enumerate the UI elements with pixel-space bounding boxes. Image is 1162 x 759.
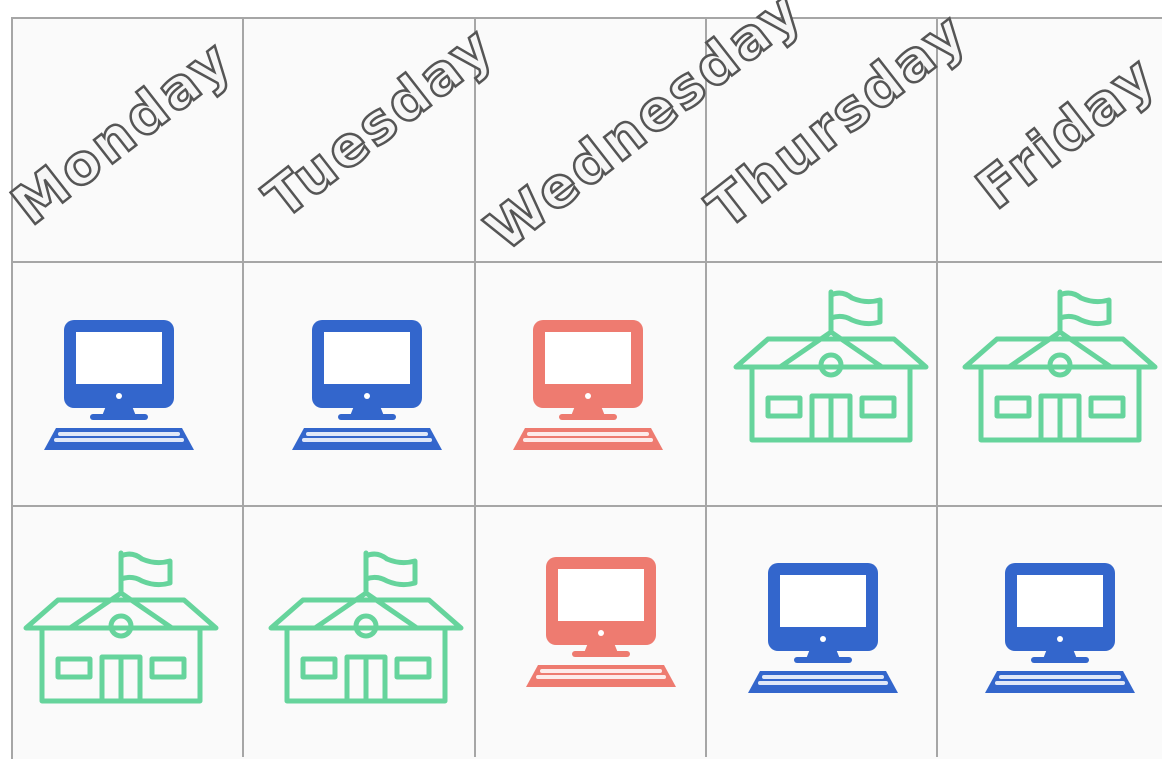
grid-vline-3 [705,17,707,757]
computer-icon [44,320,194,450]
computer-icon [513,320,663,450]
computer-icon [748,563,898,693]
school-icon [268,550,464,704]
grid-hline-1 [11,261,1162,263]
school-icon [23,550,219,704]
grid-vline-1 [242,17,244,757]
computer-icon [292,320,442,450]
grid-hline-2 [11,505,1162,507]
computer-icon [985,563,1135,693]
grid-vline-2 [474,17,476,757]
computer-icon [526,557,676,687]
school-icon [962,289,1158,443]
school-icon [733,289,929,443]
grid-vline-4 [936,17,938,757]
